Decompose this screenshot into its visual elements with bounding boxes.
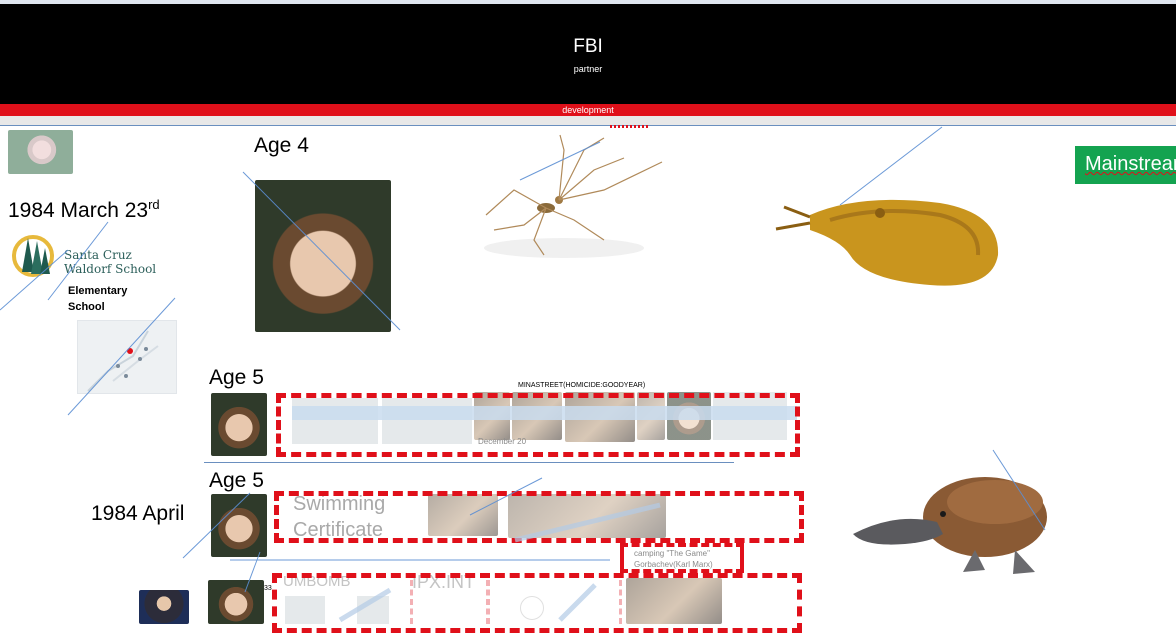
connector-lines bbox=[0, 126, 1046, 623]
